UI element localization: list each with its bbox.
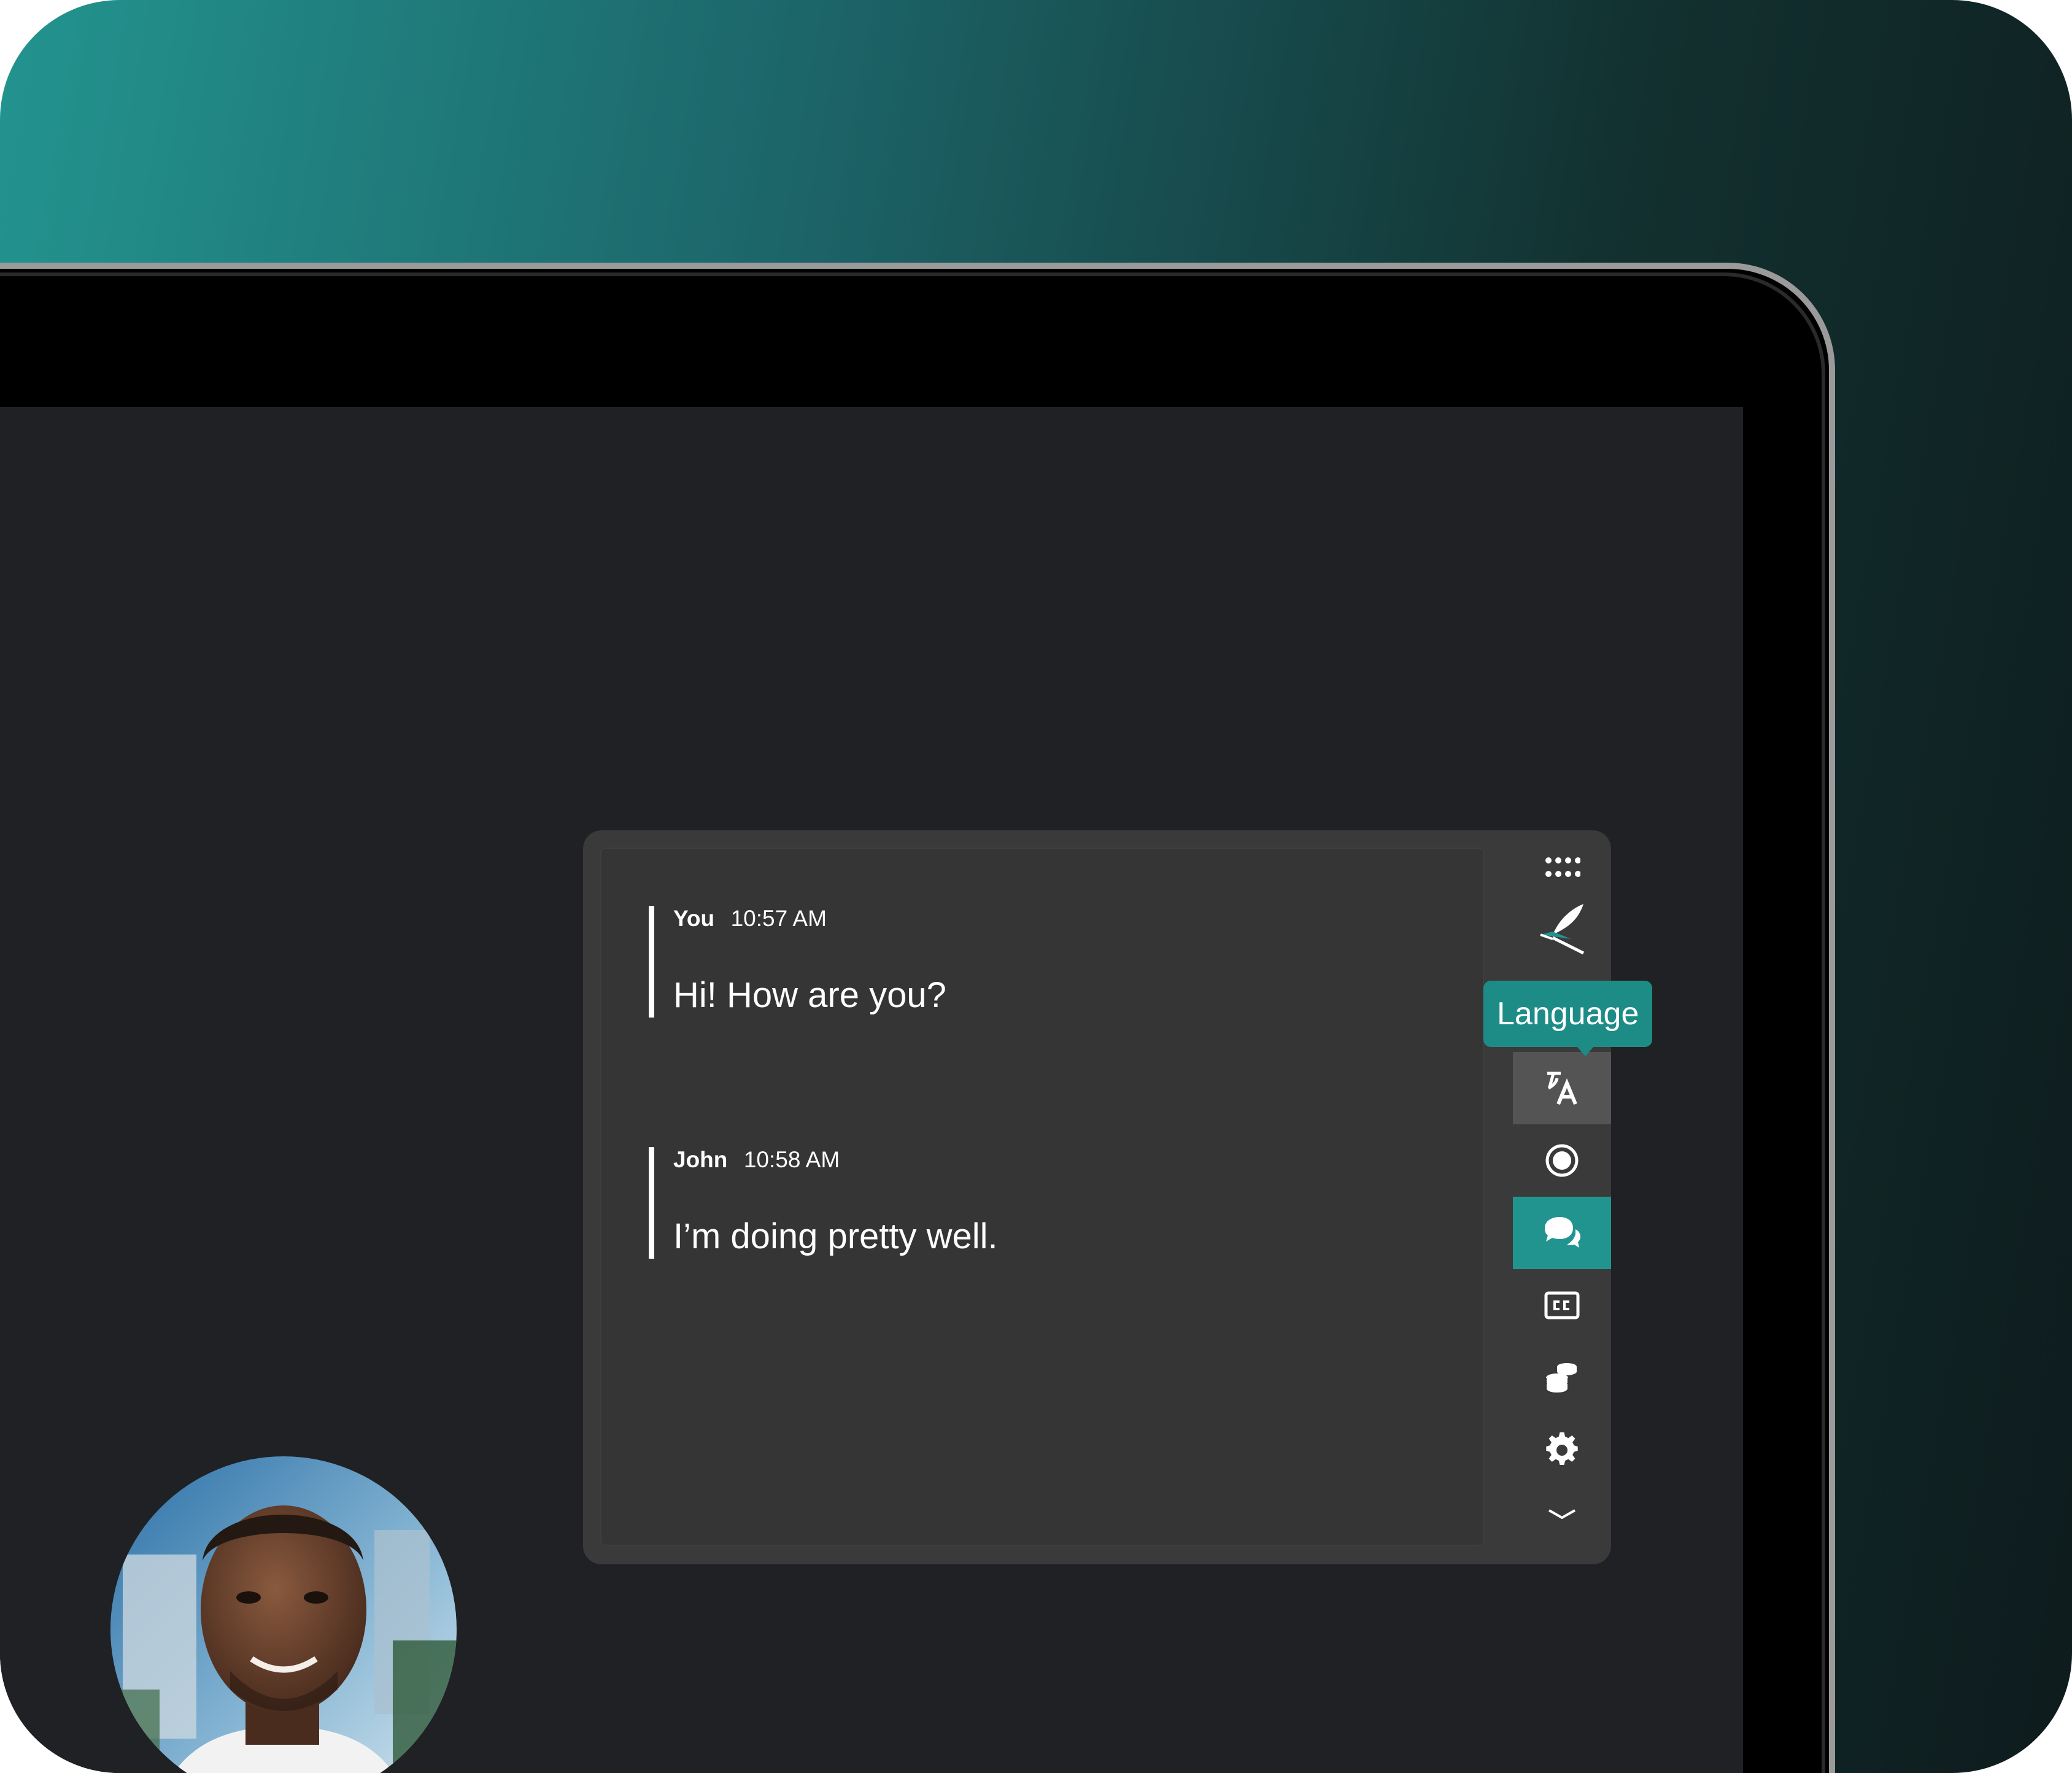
closed-captions-icon (1544, 1291, 1580, 1319)
participant-avatar (110, 1456, 457, 1773)
chat-button[interactable] (1513, 1197, 1611, 1269)
message-sender: You (673, 906, 715, 931)
page-background: You 10:57 AM Hi! How are you? John 10:58… (0, 0, 2072, 1773)
drag-handle-button[interactable] (1513, 840, 1611, 895)
chat-panel: You 10:57 AM Hi! How are you? John 10:58… (583, 830, 1653, 1564)
message-header: John 10:58 AM (673, 1147, 840, 1172)
record-icon (1545, 1144, 1579, 1177)
message-text: Hi! How are you? (673, 975, 946, 1015)
chevron-down-icon (1548, 1509, 1575, 1520)
meeting-screen: You 10:57 AM Hi! How are you? John 10:58… (0, 407, 1743, 1773)
drag-handle-icon (1545, 857, 1580, 877)
message-accent-bar (649, 1147, 654, 1259)
message-sender: John (673, 1147, 728, 1172)
coins-icon (1545, 1363, 1577, 1394)
record-button[interactable] (1513, 1124, 1611, 1197)
translate-icon (1547, 1072, 1577, 1105)
brand-logo-icon (1540, 904, 1585, 955)
chat-message-list: You 10:57 AM Hi! How are you? John 10:58… (600, 848, 1484, 1546)
participant-photo (110, 1456, 457, 1773)
credits-button[interactable] (1513, 1342, 1611, 1414)
tooltip-arrow (1577, 1046, 1594, 1056)
message-accent-bar (649, 906, 654, 1018)
brand-logo-button[interactable] (1513, 895, 1611, 962)
chat-message: John 10:58 AM I’m doing pretty well. (649, 1147, 1447, 1259)
chat-icon (1545, 1217, 1580, 1248)
gear-icon (1546, 1432, 1578, 1465)
message-header: You 10:57 AM (673, 906, 827, 931)
collapse-button[interactable] (1513, 1486, 1611, 1542)
message-time: 10:57 AM (730, 906, 827, 931)
language-tooltip: Language (1483, 981, 1653, 1047)
language-button[interactable] (1513, 1052, 1611, 1124)
side-toolbar (1513, 830, 1611, 1564)
settings-button[interactable] (1513, 1414, 1611, 1486)
message-text: I’m doing pretty well. (673, 1216, 998, 1256)
closed-captions-button[interactable] (1513, 1269, 1611, 1342)
message-time: 10:58 AM (743, 1147, 840, 1172)
chat-message: You 10:57 AM Hi! How are you? (649, 906, 1447, 1018)
